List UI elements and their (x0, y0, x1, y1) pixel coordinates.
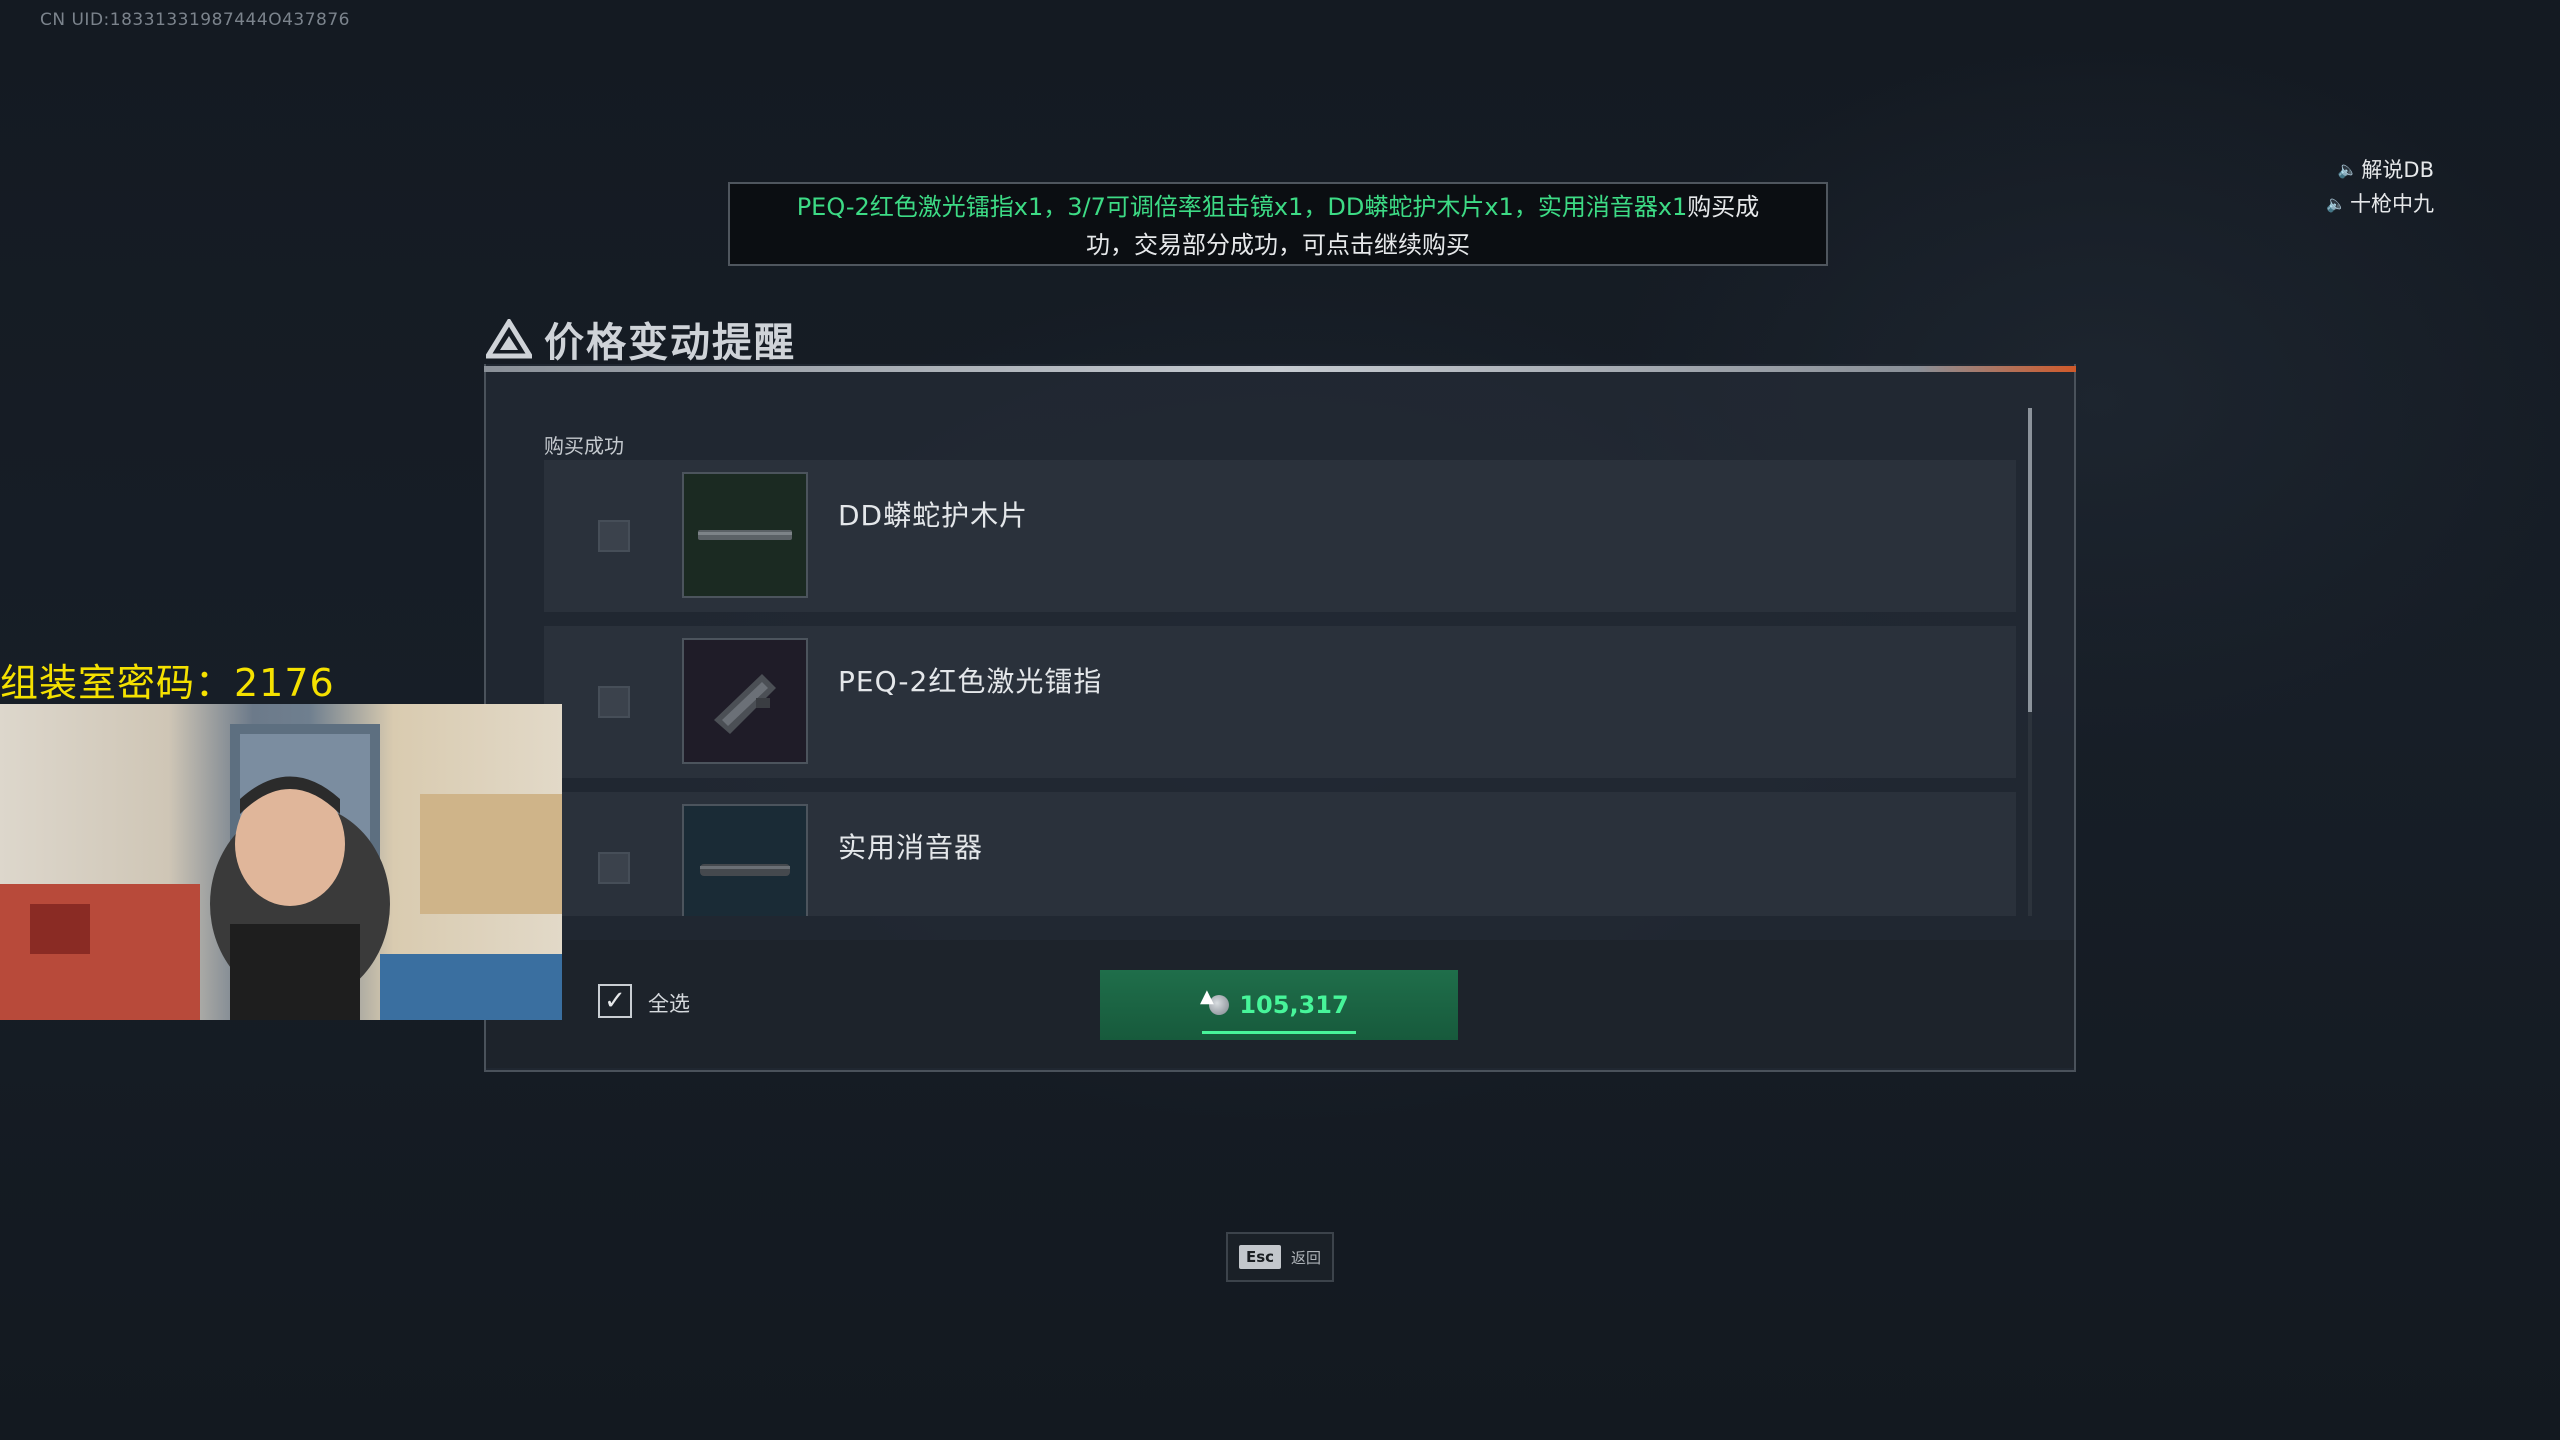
mouse-cursor-icon: ▲ (1200, 986, 1214, 1007)
item-name: PEQ-2红色激光镭指 (838, 665, 1103, 698)
room-password-overlay: 组装室密码：2176 (0, 661, 335, 705)
voice-user-name: 十枪中九 (2350, 192, 2434, 216)
dialog-title: 价格变动提醒 (544, 320, 796, 366)
purchase-notification: PEQ-2红色激光镭指x1，3/7可调倍率狙击镜x1，DD蟒蛇护木片x1，实用消… (728, 182, 1828, 266)
voice-chat-user-1: 🔈 解说DB (2338, 154, 2435, 184)
voice-chat-user-2: 🔈 十枪中九 (2326, 188, 2434, 218)
item-checkbox[interactable] (598, 686, 630, 718)
button-underline (1202, 1031, 1356, 1034)
item-name: DD蟒蛇护木片 (838, 499, 1029, 532)
item-checkbox[interactable] (598, 520, 630, 552)
notification-items: PEQ-2红色激光镭指x1，3/7可调倍率狙击镜x1，DD蟒蛇护木片x1，实用消… (796, 193, 1688, 221)
buy-button[interactable]: 105,317 (1100, 970, 1458, 1040)
laser-module-icon (682, 638, 808, 764)
esc-key-badge: Esc (1238, 1245, 1282, 1269)
speaker-icon: 🔈 (2337, 159, 2358, 179)
item-list[interactable]: DD蟒蛇护木片 PEQ-2红色激光镭指 实用消音器 (544, 460, 2016, 916)
suppressor-icon (682, 804, 808, 916)
back-label: 返回 (1291, 1248, 1322, 1267)
item-checkbox[interactable] (598, 852, 630, 884)
item-name: 实用消音器 (838, 831, 984, 864)
select-all-checkbox[interactable]: ✓ (598, 984, 632, 1018)
select-all-label[interactable]: 全选 (648, 988, 690, 1018)
section-label: 购买成功 (544, 434, 624, 458)
list-item[interactable]: 实用消音器 (544, 792, 2016, 916)
speaker-icon: 🔈 (2326, 193, 2346, 213)
buy-price: 105,317 (1239, 991, 1349, 1019)
dialog-header: 价格变动提醒 (486, 310, 796, 368)
voice-user-name: 解说DB (2361, 158, 2434, 182)
webcam-overlay (0, 704, 562, 1020)
scrollbar-thumb[interactable] (2028, 408, 2032, 712)
notification-status-1: 购买成 (1687, 193, 1760, 221)
uid-label: CN UID:18331331987444O437876 (40, 10, 350, 30)
dialog-top-border (484, 366, 2076, 372)
back-button[interactable]: Esc 返回 (1226, 1232, 1334, 1282)
warning-triangle-icon (486, 319, 532, 359)
list-item[interactable]: DD蟒蛇护木片 (544, 460, 2016, 612)
checkmark-icon: ✓ (604, 986, 626, 1016)
notification-status-2: 功，交易部分成功，可点击继续购买 (1086, 231, 1470, 259)
handguard-icon (682, 472, 808, 598)
list-item[interactable]: PEQ-2红色激光镭指 (544, 626, 2016, 778)
